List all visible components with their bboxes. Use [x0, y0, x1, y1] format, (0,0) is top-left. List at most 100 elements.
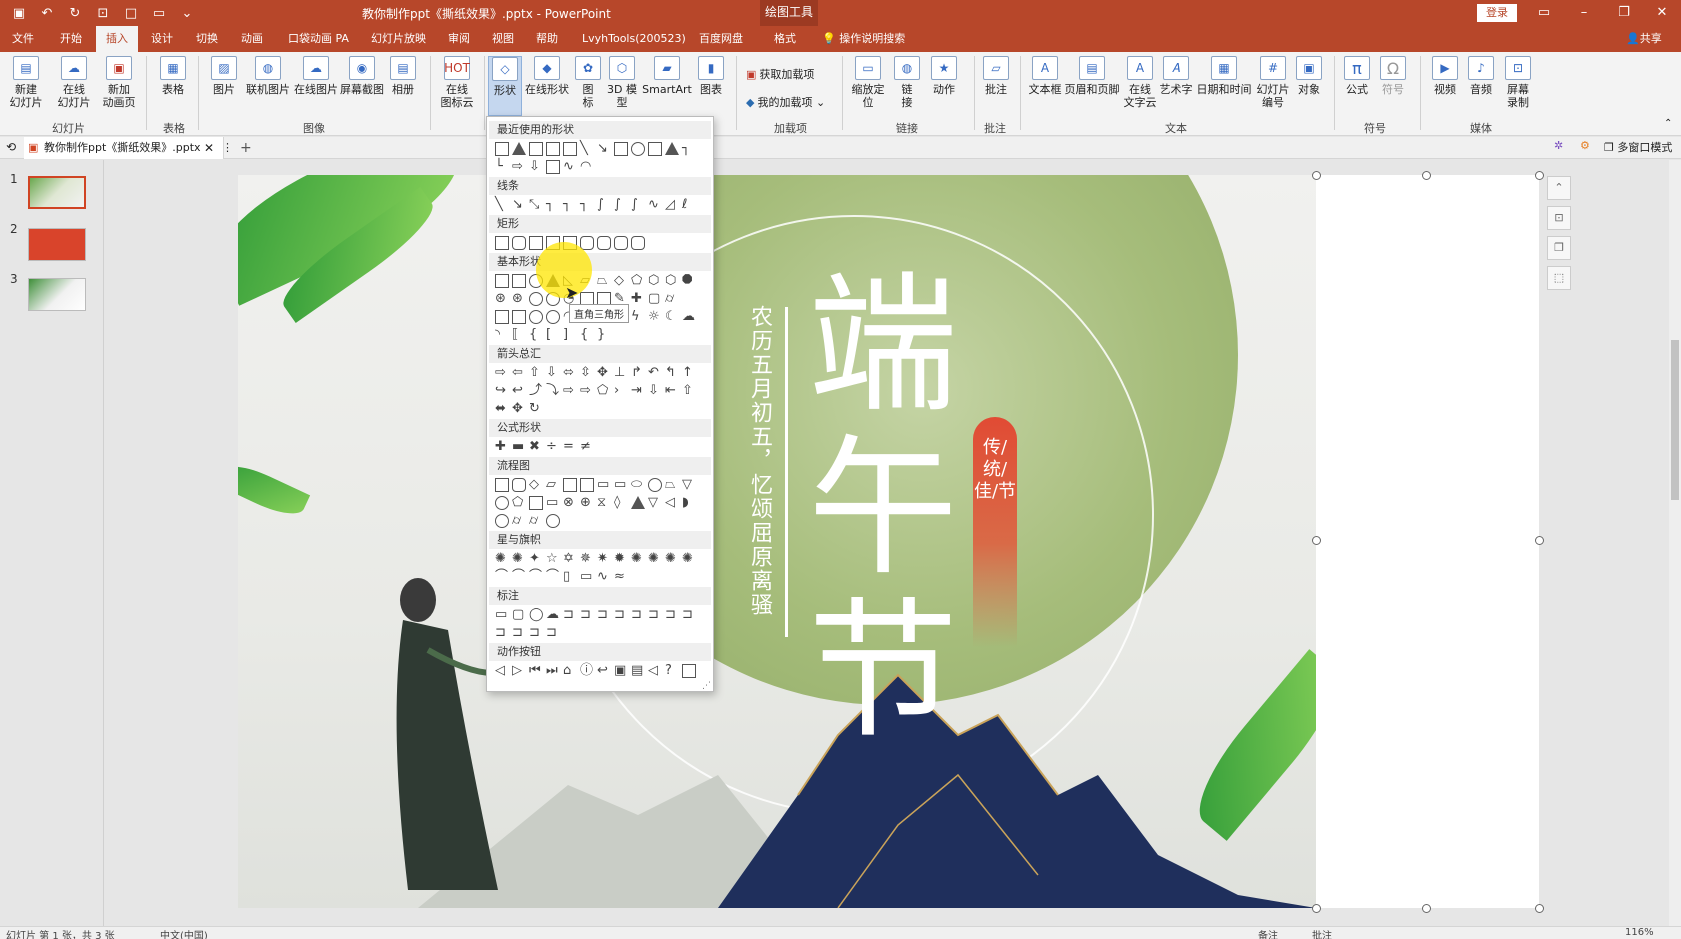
zoom-button[interactable]: ▭ 缩放定 位: [848, 56, 888, 109]
close-tab-icon[interactable]: ✕: [204, 137, 214, 159]
flowchart-extract-shape[interactable]: [631, 496, 645, 509]
more-tabs-icon[interactable]: ⋮: [222, 137, 233, 159]
line-callout-shape[interactable]: ⊐: [563, 608, 577, 622]
equation-button[interactable]: π 公式: [1340, 56, 1374, 96]
vertical-textbox-shape[interactable]: [512, 274, 526, 288]
line-shape[interactable]: [495, 142, 509, 156]
flowchart-or-shape[interactable]: ⊕: [580, 496, 594, 510]
lightning-shape[interactable]: ϟ: [631, 310, 645, 324]
textbox-shape[interactable]: [495, 274, 509, 288]
vertical-divider-line[interactable]: [785, 307, 788, 637]
pentagon-shape[interactable]: [546, 160, 560, 174]
icons-button[interactable]: ✿ 图 标: [574, 56, 602, 109]
double-bracket-shape[interactable]: ⟦: [512, 328, 526, 342]
resize-handle[interactable]: [1312, 904, 1321, 913]
round-rect-shape[interactable]: [631, 236, 645, 250]
flowchart-card-shape[interactable]: [529, 496, 543, 510]
new-tab-icon[interactable]: +: [240, 137, 252, 159]
flowchart-internal-storage-shape[interactable]: [580, 478, 594, 492]
diamond-shape[interactable]: ◇: [614, 274, 628, 288]
resize-handle[interactable]: [1535, 904, 1544, 913]
date-time-button[interactable]: ▦ 日期和时间: [1196, 56, 1252, 96]
down-arrow-shape[interactable]: ⇩: [546, 366, 560, 380]
rect-shape[interactable]: [563, 142, 577, 156]
resize-handle[interactable]: [1535, 171, 1544, 180]
language-status[interactable]: 中文(中国): [160, 927, 208, 939]
resize-handle[interactable]: [1312, 536, 1321, 545]
divide-shape[interactable]: ÷: [546, 440, 560, 454]
resize-grip-icon[interactable]: ⋰: [702, 681, 711, 691]
selected-white-rectangle[interactable]: [1316, 175, 1539, 908]
curved-arrow-shape[interactable]: ∫: [614, 198, 628, 212]
not-equal-shape[interactable]: ≠: [580, 440, 594, 454]
tab-format[interactable]: 格式: [770, 26, 800, 52]
12-point-star-shape[interactable]: ✺: [631, 552, 645, 566]
right-arrow-shape[interactable]: ⇨: [512, 160, 526, 174]
object-button[interactable]: ▣ 对象: [1294, 56, 1324, 96]
action-sound-shape[interactable]: ◁: [648, 664, 662, 678]
16-point-star-shape[interactable]: ✺: [648, 552, 662, 566]
flowchart-direct-access-shape[interactable]: ⌭: [529, 514, 543, 528]
ribbon-down-shape[interactable]: ⌒: [512, 570, 526, 584]
line-callout-shape[interactable]: ⊐: [631, 608, 645, 622]
layout-options-icon[interactable]: ⊡: [1547, 206, 1571, 230]
arrow-shape[interactable]: ↘: [597, 142, 611, 156]
right-arrow-callout-shape[interactable]: ⇥: [631, 384, 645, 398]
curve-shape[interactable]: ∿: [648, 198, 662, 212]
slide-thumbnail-2[interactable]: [28, 228, 86, 261]
left-bracket-shape[interactable]: [: [546, 328, 560, 342]
vertical-scrollbar[interactable]: [1669, 160, 1681, 926]
tab-insert[interactable]: 插入: [96, 26, 138, 52]
right-arrow-shape[interactable]: ⇨: [495, 366, 509, 380]
line-callout-shape[interactable]: ⊐: [597, 608, 611, 622]
curved-connector-shape[interactable]: ∫: [597, 198, 611, 212]
flowchart-connector-shape[interactable]: [495, 496, 509, 510]
video-button[interactable]: ▶ 视频: [1428, 56, 1462, 96]
right-bracket-shape[interactable]: ]: [563, 328, 577, 342]
7-point-star-shape[interactable]: ✵: [580, 552, 594, 566]
curved-ribbon-down-shape[interactable]: ⌒: [546, 570, 560, 584]
crop-icon[interactable]: ⬚: [1547, 266, 1571, 290]
line-callout-shape[interactable]: ⊐: [546, 626, 560, 640]
action-custom-shape[interactable]: [682, 664, 696, 678]
trapezoid-shape[interactable]: ⏢: [597, 274, 611, 288]
line-callout-shape[interactable]: ⊐: [665, 608, 679, 622]
resize-handle[interactable]: [1422, 904, 1431, 913]
down-arrow-shape[interactable]: ⇩: [529, 160, 543, 174]
flowchart-merge-shape[interactable]: ▽: [648, 496, 662, 510]
flowchart-document-shape[interactable]: ▭: [597, 478, 611, 492]
u-turn-arrow-shape[interactable]: ↶: [648, 366, 662, 380]
smartart-button[interactable]: ▰ SmartArt: [642, 56, 692, 96]
left-right-arrow-callout-shape[interactable]: ⬌: [495, 402, 509, 416]
resize-handle[interactable]: [1535, 536, 1544, 545]
can-shape[interactable]: ⌭: [665, 292, 679, 306]
curved-double-arrow-shape[interactable]: ∫: [631, 198, 645, 212]
textbox-shape[interactable]: [546, 142, 560, 156]
round-rect-shape[interactable]: [614, 236, 628, 250]
curved-ribbon-up-shape[interactable]: ⌒: [529, 570, 543, 584]
present-icon[interactable]: ⊡: [94, 4, 112, 22]
action-home-shape[interactable]: ⌂: [563, 664, 577, 678]
online-shapes-button[interactable]: ◆ 在线形状: [524, 56, 570, 96]
tab-view[interactable]: 视图: [488, 26, 518, 52]
album-button[interactable]: ▤ 相册: [388, 56, 418, 96]
arc-shape[interactable]: ◝: [495, 328, 509, 342]
curved-up-arrow-shape[interactable]: ⤴: [529, 384, 543, 398]
double-arrow-line-shape[interactable]: ⤡: [529, 198, 543, 212]
arc-shape[interactable]: ◠: [580, 160, 594, 174]
scribble-shape[interactable]: ℓ: [682, 198, 696, 212]
symbol-button[interactable]: Ω 符号: [1376, 56, 1410, 96]
notched-right-arrow-shape[interactable]: ⇨: [580, 384, 594, 398]
screen-recording-button[interactable]: ⊡ 屏幕 录制: [1500, 56, 1536, 109]
multiply-shape[interactable]: ✖: [529, 440, 543, 454]
open-folder-icon[interactable]: ▭: [150, 4, 168, 22]
elbow-connector-shape[interactable]: ┐: [546, 198, 560, 212]
my-addins-button[interactable]: ◆ 我的加载项 ⌄: [746, 94, 825, 110]
action-button[interactable]: ★ 动作: [926, 56, 962, 96]
tell-me-search[interactable]: 💡 操作说明搜索: [822, 26, 905, 52]
heptagon-shape[interactable]: ⬡: [665, 274, 679, 288]
action-document-shape[interactable]: ▤: [631, 664, 645, 678]
tab-home[interactable]: 开始: [56, 26, 86, 52]
slide-number-button[interactable]: # 幻灯片 编号: [1254, 56, 1292, 109]
header-footer-button[interactable]: ▤ 页眉和页脚: [1064, 56, 1120, 96]
